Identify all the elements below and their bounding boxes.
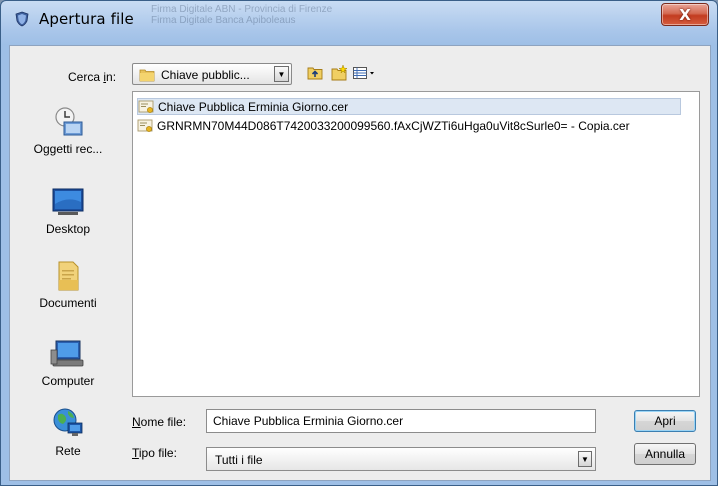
certificate-file-icon bbox=[138, 100, 154, 113]
chevron-down-icon[interactable]: ▼ bbox=[274, 66, 289, 82]
place-recent[interactable]: Oggetti rec... bbox=[14, 106, 122, 156]
place-network[interactable]: Rete bbox=[14, 406, 122, 458]
place-label: Rete bbox=[55, 444, 81, 458]
documents-icon bbox=[58, 261, 79, 291]
place-desktop[interactable]: Desktop bbox=[14, 186, 122, 236]
file-name-input[interactable] bbox=[206, 409, 596, 433]
file-name: GRNRMN70M44D086T7420033200099560.fAxCjWZ… bbox=[157, 118, 630, 133]
place-label: Desktop bbox=[45, 222, 91, 236]
file-name-label: Nome file: bbox=[132, 415, 187, 429]
network-icon bbox=[53, 408, 83, 436]
folder-icon bbox=[139, 69, 155, 82]
place-label: Computer bbox=[41, 374, 95, 388]
file-type-select[interactable]: Tutti i file ▼ bbox=[206, 447, 596, 471]
cancel-button[interactable]: Annulla bbox=[634, 443, 696, 465]
file-item[interactable]: GRNRMN70M44D086T7420033200099560.fAxCjWZ… bbox=[137, 117, 634, 134]
place-documents[interactable]: Documenti bbox=[14, 260, 122, 310]
look-in-combo[interactable]: Chiave pubblic... ▼ bbox=[132, 63, 292, 85]
file-open-dialog: Firma Digitale ABN - Provincia di Firenz… bbox=[0, 0, 718, 486]
java-app-icon bbox=[15, 11, 29, 27]
up-folder-icon[interactable] bbox=[306, 64, 324, 82]
places-bar: Oggetti rec... Desktop Documenti Compute… bbox=[14, 90, 122, 478]
chevron-down-icon[interactable]: ▼ bbox=[578, 451, 592, 467]
view-menu-icon[interactable] bbox=[352, 64, 378, 82]
close-icon: X bbox=[679, 5, 691, 24]
background-window-title: Firma Digitale ABN - Provincia di Firenz… bbox=[151, 4, 333, 15]
file-list[interactable]: Chiave Pubblica Erminia Giorno.cer GRNRM… bbox=[132, 91, 700, 397]
background-window-title: Firma Digitale Banca Apiboleaus bbox=[151, 15, 296, 26]
desktop-icon bbox=[52, 188, 84, 215]
recent-items-icon bbox=[55, 107, 83, 136]
look-in-label: Cerca in: bbox=[68, 70, 117, 84]
file-item-selected[interactable]: Chiave Pubblica Erminia Giorno.cer bbox=[137, 98, 681, 115]
file-type-value: Tutti i file bbox=[215, 453, 263, 467]
computer-icon bbox=[50, 340, 84, 367]
new-folder-icon[interactable] bbox=[330, 64, 348, 82]
file-type-label: Tipo file: bbox=[132, 446, 177, 460]
close-button[interactable]: X bbox=[661, 3, 709, 26]
window-title: Apertura file bbox=[39, 10, 134, 28]
place-label: Documenti bbox=[39, 296, 97, 310]
file-name: Chiave Pubblica Erminia Giorno.cer bbox=[158, 99, 349, 114]
certificate-file-icon bbox=[137, 119, 153, 132]
place-computer[interactable]: Computer bbox=[14, 338, 122, 388]
place-label: Oggetti rec... bbox=[33, 142, 103, 156]
open-button[interactable]: Apri bbox=[634, 410, 696, 432]
dialog-body: Cerca in: Chiave pubblic... ▼ Oggetti re… bbox=[9, 45, 711, 481]
title-bar[interactable]: Firma Digitale ABN - Provincia di Firenz… bbox=[1, 1, 717, 35]
look-in-value: Chiave pubblic... bbox=[161, 68, 250, 82]
